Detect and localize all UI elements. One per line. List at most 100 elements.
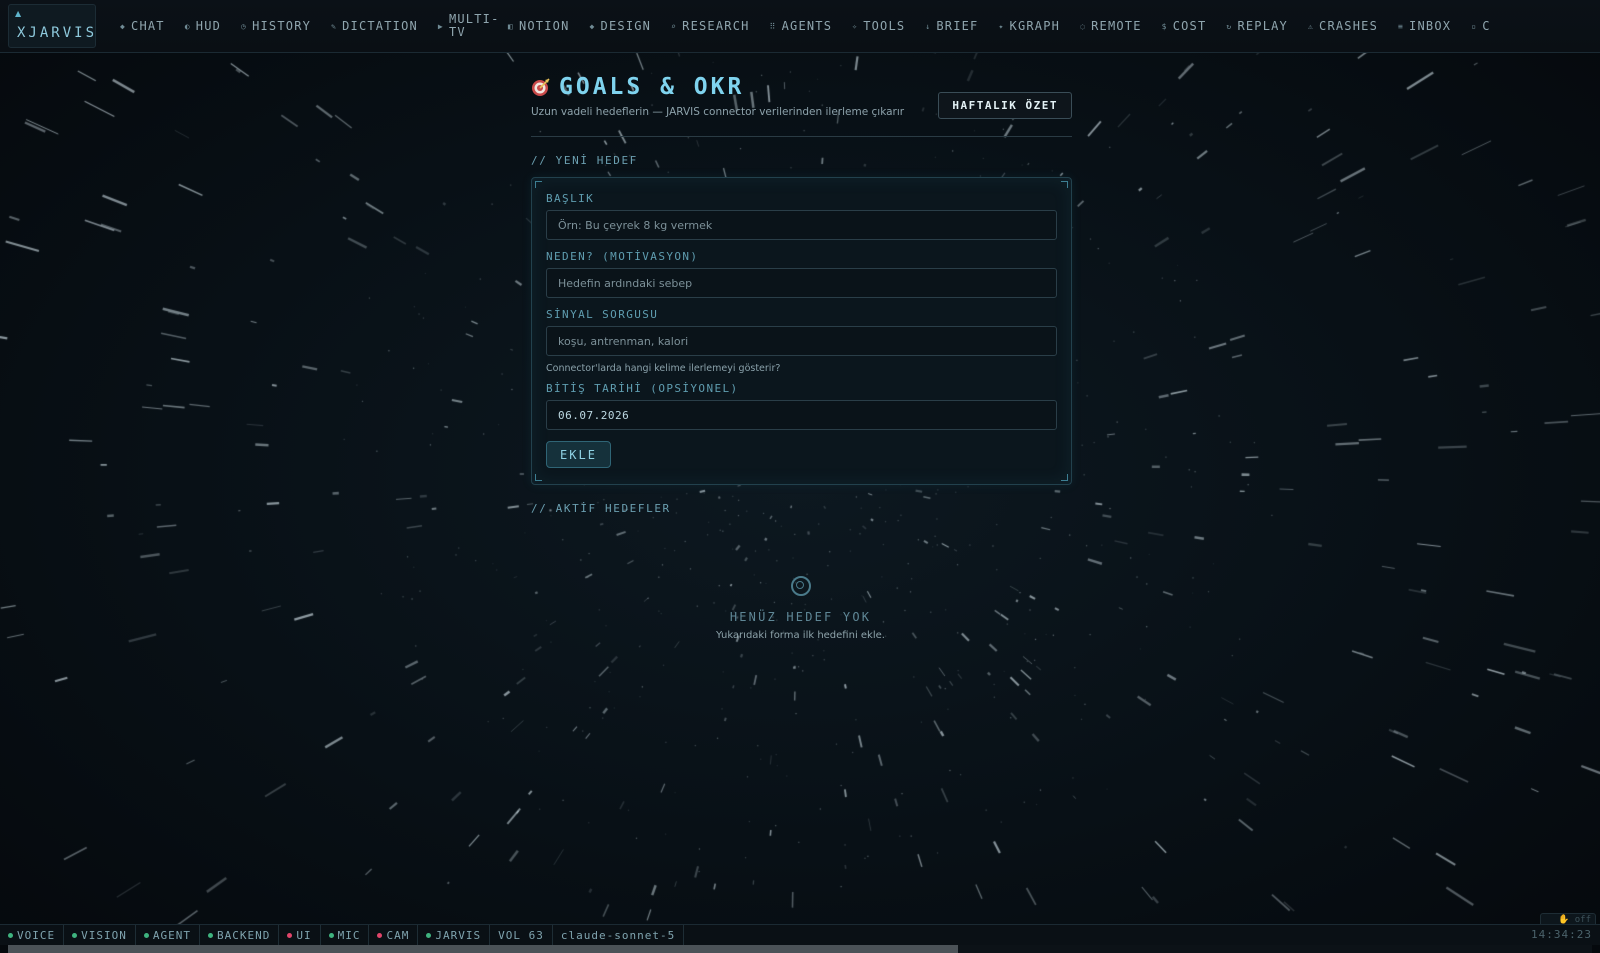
goal-title-label: BAŞLIK: [546, 192, 595, 205]
status-cam[interactable]: CAM: [369, 925, 419, 945]
clock-icon: ◷: [241, 21, 248, 31]
tab-research[interactable]: ⌕ RESEARCH: [661, 19, 759, 33]
tools-icon: ✧: [852, 21, 859, 31]
status-label: JARVIS: [435, 928, 482, 942]
deadline-date-input[interactable]: [546, 400, 1057, 430]
status-dot-icon: [328, 932, 334, 938]
brand-logo[interactable]: ▲ XJARVIS: [8, 4, 96, 48]
page-subtitle: Uzun vadeli hedeflerin — JARVIS connecto…: [531, 106, 905, 118]
tab-brief[interactable]: ↓ BRIEF: [915, 19, 988, 33]
tab-dictation[interactable]: ✎ DICTATION: [321, 19, 428, 33]
page-header: GOALS & OKR Uzun vadeli hedeflerin — JAR…: [531, 66, 1072, 137]
tab-label: INBOX: [1409, 19, 1452, 33]
arrow-down-icon: ↓: [925, 21, 932, 31]
status-ui[interactable]: UI: [279, 925, 321, 945]
signal-query-hint: Connector'larda hangi kelime ilerlemeyi …: [546, 363, 781, 374]
tab-label: HISTORY: [252, 19, 312, 33]
top-navigation-bar: ▲ XJARVIS ◆ CHAT ◐ HUD ◷ HISTORY ✎ DICTATION ▶ MU…: [0, 0, 1600, 53]
empty-state-subtitle: Yukarıdaki forma ilk hedefini ekle.: [716, 630, 885, 641]
tab-kgraph[interactable]: ✦ KGRAPH: [988, 19, 1070, 33]
tab-remote[interactable]: ◌ REMOTE: [1070, 19, 1152, 33]
corner-decoration: [1061, 181, 1068, 188]
status-dot-icon: [426, 932, 432, 938]
tab-label: TOOLS: [863, 19, 906, 33]
tab-design[interactable]: ◆ DESIGN: [580, 19, 662, 33]
tab-hud[interactable]: ◐ HUD: [175, 19, 231, 33]
status-label: BACKEND: [217, 928, 271, 942]
volume-label: VOL 63: [498, 928, 544, 942]
status-backend[interactable]: BACKEND: [200, 925, 280, 945]
empty-state-title: HENÜZ HEDEF YOK: [729, 610, 872, 624]
tab-label: CRASHES: [1319, 19, 1379, 33]
tab-label: RESEARCH: [682, 19, 750, 33]
tab-history[interactable]: ◷ HISTORY: [231, 19, 321, 33]
model-indicator[interactable]: claude-sonnet-5: [553, 925, 685, 945]
status-jarvis[interactable]: JARVIS: [418, 925, 491, 945]
status-vision[interactable]: VISION: [64, 925, 136, 945]
tab-label: NOTION: [518, 19, 570, 33]
tab-label: COST: [1172, 19, 1207, 33]
add-goal-button[interactable]: EKLE: [546, 441, 611, 468]
signal-query-label: SİNYAL SORGUSU: [546, 308, 659, 321]
brand-triangle-icon: ▲: [15, 9, 22, 18]
status-dot-icon: [287, 932, 293, 938]
tab-multi-tv[interactable]: ▶ MULTI-TV: [428, 13, 498, 39]
play-icon: ▶: [437, 21, 444, 31]
empty-state: HENÜZ HEDEF YOK Yukarıdaki forma ilk hed…: [531, 576, 1070, 641]
motivation-input[interactable]: [546, 268, 1057, 298]
graph-icon: ✦: [998, 21, 1005, 31]
half-circle-icon: ◐: [184, 21, 191, 31]
warning-icon: ⚠: [1308, 21, 1315, 31]
status-mic[interactable]: MIC: [321, 925, 370, 945]
tab-c[interactable]: ▫ C: [1461, 19, 1500, 33]
volume-indicator[interactable]: VOL 63: [490, 925, 553, 945]
status-label: UI: [296, 928, 312, 942]
tab-label: C: [1482, 19, 1491, 33]
status-dot-icon: [143, 932, 149, 938]
replay-icon: ↻: [1226, 21, 1233, 31]
progress-bar: [8, 945, 1592, 953]
tab-label: MULTI-TV: [448, 12, 500, 39]
status-dot-icon: [72, 932, 78, 938]
target-icon: [531, 77, 551, 97]
tab-notion[interactable]: ◧ NOTION: [498, 19, 580, 33]
tab-label: KGRAPH: [1009, 19, 1061, 33]
tab-label: AGENTS: [781, 19, 833, 33]
page-title-row: GOALS & OKR: [531, 74, 744, 100]
goal-title-input[interactable]: [546, 210, 1057, 240]
pen-icon: ✎: [331, 21, 338, 31]
tab-label: HUD: [195, 19, 222, 33]
remote-icon: ◌: [1080, 21, 1087, 31]
signal-query-input[interactable]: [546, 326, 1057, 356]
tab-cost[interactable]: $ COST: [1152, 19, 1217, 33]
weekly-summary-button[interactable]: HAFTALIK ÖZET: [938, 92, 1072, 119]
status-label: CAM: [386, 928, 410, 942]
status-dot-icon: [377, 932, 383, 938]
dollar-icon: $: [1161, 21, 1168, 31]
tab-agents[interactable]: ⠿ AGENTS: [760, 19, 843, 33]
deadline-label: BİTİŞ TARİHİ (OPSİYONEL): [546, 382, 739, 395]
tab-crashes[interactable]: ⚠ CRASHES: [1298, 19, 1388, 33]
tab-tools[interactable]: ✧ TOOLS: [842, 19, 915, 33]
brand-name: XJARVIS: [17, 25, 98, 41]
status-indicators: VOICE VISION AGENT BACKEND UI MIC CAM JARVIS: [0, 925, 491, 945]
tab-replay[interactable]: ↻ REPLAY: [1216, 19, 1298, 33]
grid-icon: ⠿: [769, 21, 777, 31]
status-agent[interactable]: AGENT: [136, 925, 200, 945]
corner-decoration: [1061, 474, 1068, 481]
corner-decoration: [535, 181, 542, 188]
clock: 14:34:23: [1531, 928, 1592, 941]
motivation-label: NEDEN? (MOTİVASYON): [546, 250, 699, 263]
new-goal-form: BAŞLIK NEDEN? (MOTİVASYON) SİNYAL SORGUS…: [531, 177, 1072, 485]
tab-chat[interactable]: ◆ CHAT: [110, 19, 175, 33]
status-label: MIC: [337, 928, 361, 942]
square-icon: ▫: [1471, 21, 1478, 31]
status-voice[interactable]: VOICE: [0, 925, 65, 945]
tab-label: REMOTE: [1091, 19, 1142, 33]
tab-inbox[interactable]: ≡ INBOX: [1388, 19, 1461, 33]
tab-label: CHAT: [131, 19, 165, 33]
active-goals-section-label: // AKTİF HEDEFLER: [531, 502, 671, 515]
progress-fill: [8, 945, 959, 953]
notion-icon: ◧: [507, 21, 514, 31]
status-label: VISION: [81, 928, 127, 942]
